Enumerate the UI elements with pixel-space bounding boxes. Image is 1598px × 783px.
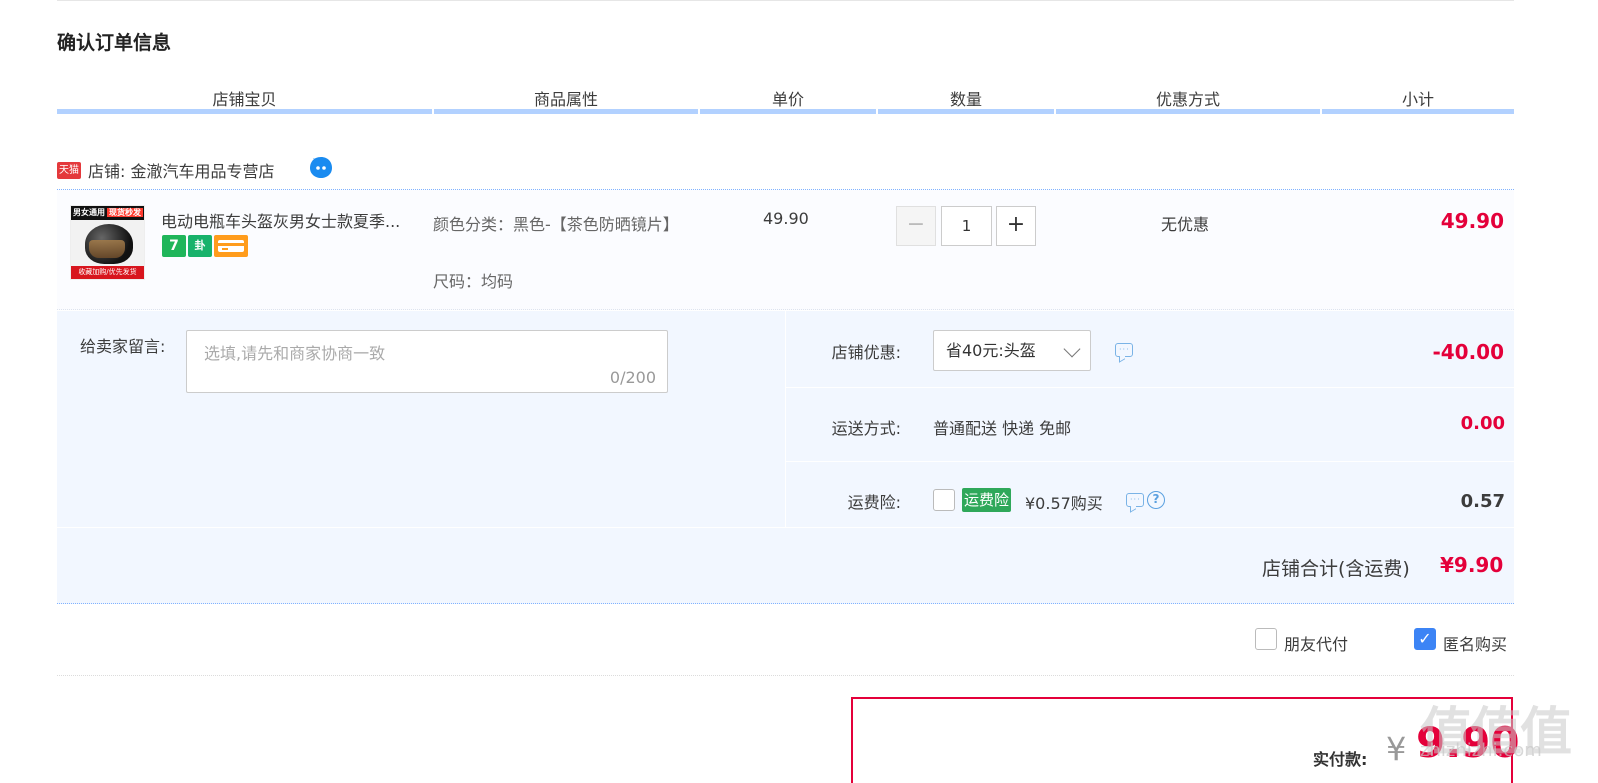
tmall-icon: 天猫	[57, 162, 81, 179]
thumb-top-band: 男女通用 现货秒发	[71, 206, 144, 220]
quantity-stepper: − 1 +	[896, 206, 1037, 246]
row-divider	[786, 387, 1514, 388]
insurance-tag: 运费险	[962, 488, 1012, 512]
coupon-select[interactable]: 省40元:头盔	[933, 330, 1091, 371]
item-thumbnail[interactable]: 男女通用 现货秒发 收藏加购/优先发货	[70, 205, 145, 280]
insurance-checkbox[interactable]	[933, 489, 955, 511]
coupon-label: 店铺优惠:	[831, 343, 901, 362]
options-bottom-rule	[57, 675, 1514, 676]
friend-pay-checkbox[interactable]	[1255, 628, 1277, 650]
top-rule	[57, 0, 1514, 1]
col-header-unit-price: 单价	[771, 90, 804, 109]
col-bar-quantity	[878, 109, 1054, 114]
coupon-amount: -40.00	[1432, 340, 1504, 364]
col-bar-shop-item	[57, 109, 432, 114]
col-header-subtotal: 小计	[1401, 90, 1434, 109]
payment-label: 实付款:	[1313, 750, 1368, 769]
helmet-visor-image	[89, 240, 125, 258]
qty-input[interactable]: 1	[941, 206, 992, 246]
memo-label: 给卖家留言:	[80, 337, 166, 356]
col-bar-attributes	[434, 109, 698, 114]
chevron-down-icon	[1063, 340, 1081, 358]
thumb-bottom-band: 收藏加购/优先发货	[71, 266, 144, 279]
col-bar-discount	[1056, 109, 1320, 114]
comment-icon[interactable]: ···	[1115, 343, 1133, 357]
insurance-price: ¥0.57购买	[1025, 494, 1103, 513]
coupon-selected-value: 省40元:头盔	[946, 341, 1036, 360]
col-header-discount: 优惠方式	[1155, 90, 1220, 109]
credit-card-icon[interactable]	[214, 235, 248, 257]
help-icon[interactable]: ?	[1147, 491, 1165, 509]
comment-icon[interactable]: ···	[1126, 493, 1144, 507]
shipping-label: 运送方式:	[831, 419, 901, 438]
wangwang-chat-icon[interactable]	[308, 156, 334, 180]
anonymous-checkbox[interactable]: ✓	[1414, 628, 1436, 650]
col-header-attributes: 商品属性	[533, 90, 598, 109]
insurance-label: 运费险:	[847, 493, 901, 512]
seven-day-return-icon[interactable]: 7	[162, 235, 186, 257]
item-attr-size: 尺码：均码	[433, 272, 514, 291]
row-divider	[786, 461, 1514, 462]
payment-currency: ¥	[1386, 730, 1407, 768]
col-bar-subtotal	[1322, 109, 1514, 114]
col-header-shop-item: 店铺宝贝	[212, 90, 277, 109]
friend-pay-label[interactable]: 朋友代付	[1284, 631, 1348, 655]
shipping-amount: 0.00	[1460, 413, 1505, 434]
memo-placeholder: 选填,请先和商家协商一致	[204, 344, 386, 363]
shop-total-amount: ¥9.90	[1440, 553, 1504, 577]
qty-decrement-button[interactable]: −	[896, 206, 936, 246]
item-title-link[interactable]: 电动电瓶车头盔灰男女士款夏季...	[161, 208, 431, 232]
col-bar-unit-price	[700, 109, 876, 114]
item-subtotal: 49.90	[1440, 209, 1504, 233]
item-attr-color: 颜色分类：黑色-【茶色防晒镜片】	[433, 215, 679, 234]
panel-bottom-dotted-rule	[57, 603, 1514, 604]
shop-name-link[interactable]: 店铺: 金澈汽车用品专营店	[88, 158, 274, 182]
shipping-method: 普通配送 快递 免邮	[933, 419, 1072, 438]
site-watermark-url: zhizhizhi.com	[1420, 740, 1542, 761]
shop-total-label: 店铺合计(含运费)	[1262, 558, 1410, 580]
item-discount: 无优惠	[1161, 215, 1210, 234]
qty-increment-button[interactable]: +	[996, 206, 1036, 246]
memo-char-count: 0/200	[609, 368, 656, 387]
item-service-badges: 7卦	[162, 235, 250, 259]
anonymous-label[interactable]: 匿名购买	[1443, 631, 1507, 655]
insurance-amount: 0.57	[1460, 491, 1505, 512]
guarantee-icon[interactable]: 卦	[188, 235, 212, 257]
page-title: 确认订单信息	[57, 32, 172, 54]
payment-summary-box	[851, 697, 1513, 783]
col-header-quantity: 数量	[949, 90, 982, 109]
row-divider	[57, 527, 1514, 528]
unit-price: 49.90	[763, 209, 809, 228]
